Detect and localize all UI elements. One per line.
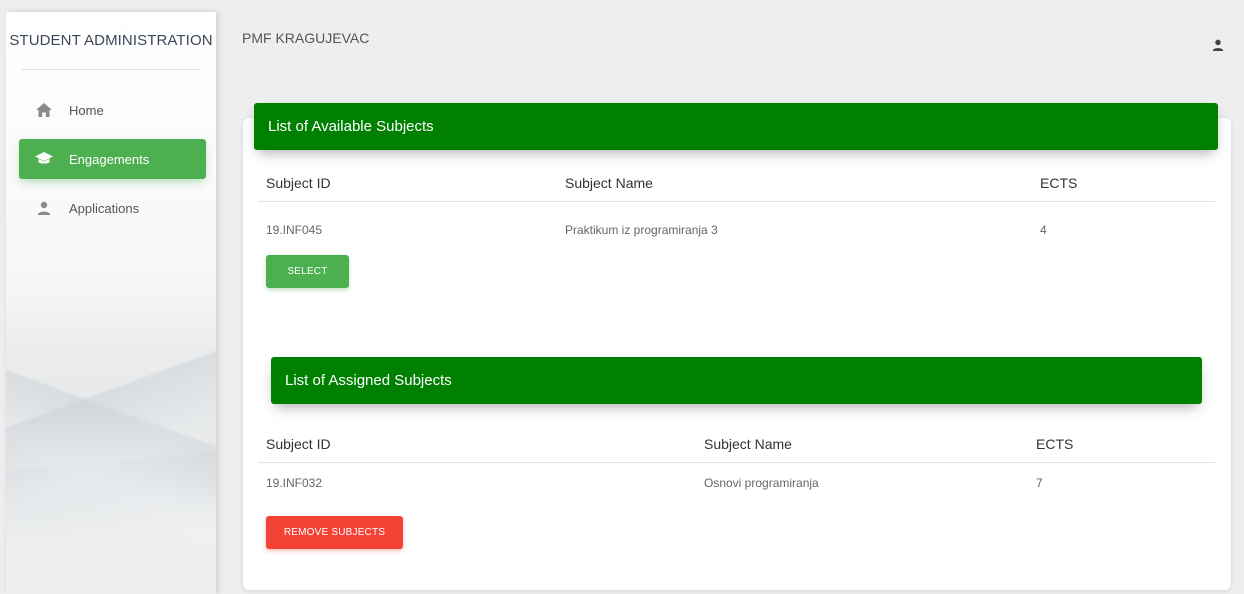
table-header-divider (258, 462, 1215, 463)
ects-cell: 4 (1040, 223, 1047, 237)
assigned-subjects-header: List of Assigned Subjects (271, 357, 1202, 404)
table-header-divider (258, 201, 1215, 202)
ects-cell: 7 (1036, 476, 1043, 490)
column-header-subject-name: Subject Name (565, 175, 653, 191)
sidebar-item-applications[interactable]: Applications (19, 188, 206, 228)
available-subjects-header: List of Available Subjects (254, 103, 1218, 150)
page-title[interactable]: PMF KRAGUJEVAC (242, 30, 369, 46)
sidebar-item-home[interactable]: Home (19, 90, 206, 130)
subject-id-cell: 19.INF045 (266, 223, 323, 237)
remove-subjects-button[interactable]: REMOVE SUBJECTS (266, 516, 403, 549)
subject-name-cell: Osnovi programiranja (704, 476, 819, 490)
sidebar: STUDENT ADMINISTRATION Home Engagements … (6, 12, 216, 594)
column-header-ects: ECTS (1036, 436, 1074, 452)
sidebar-nav: Home Engagements Applications (6, 90, 216, 237)
assigned-subjects-title: List of Assigned Subjects (285, 372, 452, 389)
subject-name-cell: Praktikum iz programiranja 3 (565, 223, 718, 237)
select-button[interactable]: SELECT (266, 255, 349, 288)
column-header-subject-id: Subject ID (266, 175, 331, 191)
sidebar-item-label: Home (69, 102, 104, 118)
column-header-subject-name: Subject Name (704, 436, 792, 452)
home-icon (35, 101, 53, 119)
user-menu-button[interactable] (1212, 38, 1228, 54)
person-icon (35, 199, 53, 217)
sidebar-item-engagements[interactable]: Engagements (19, 139, 206, 179)
person-icon (1212, 38, 1224, 55)
sidebar-divider (22, 69, 200, 70)
brand-title[interactable]: STUDENT ADMINISTRATION (6, 32, 216, 49)
available-subjects-title: List of Available Subjects (268, 118, 434, 135)
column-header-subject-id: Subject ID (266, 436, 331, 452)
column-header-ects: ECTS (1040, 175, 1078, 191)
graduation-cap-icon (35, 150, 53, 168)
sidebar-item-label: Applications (69, 200, 140, 216)
subject-id-cell: 19.INF032 (266, 476, 323, 490)
sidebar-item-label: Engagements (69, 151, 150, 167)
